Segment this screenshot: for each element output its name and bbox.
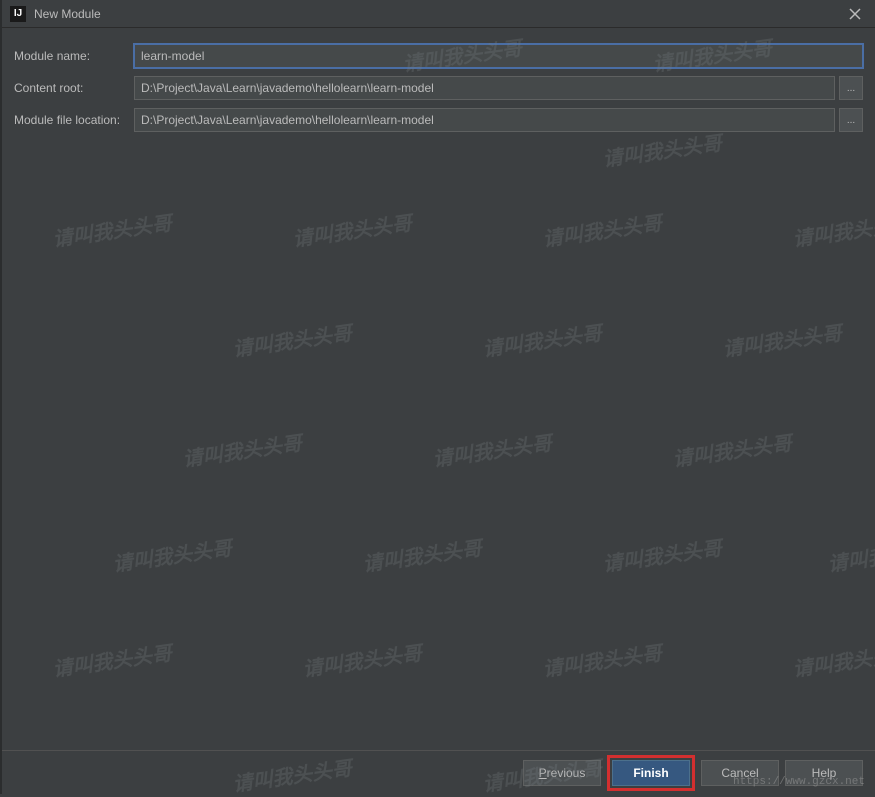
window-title: New Module: [34, 7, 843, 21]
content-root-input[interactable]: [134, 76, 835, 100]
module-name-input[interactable]: [134, 44, 863, 68]
footer-url: https://www.gzcx.net: [733, 776, 865, 788]
previous-button[interactable]: Previous: [523, 760, 601, 786]
close-button[interactable]: [843, 2, 867, 26]
content-area: Module name: Content root: ... Module fi…: [2, 28, 875, 750]
finish-button[interactable]: Finish: [612, 760, 690, 786]
module-name-label: Module name:: [14, 49, 134, 63]
close-icon: [849, 8, 861, 20]
app-icon: IJ: [10, 6, 26, 22]
module-file-location-browse-button[interactable]: ...: [839, 108, 863, 132]
module-file-location-label: Module file location:: [14, 113, 134, 127]
highlight-annotation: Finish: [607, 755, 695, 791]
content-root-label: Content root:: [14, 81, 134, 95]
titlebar: IJ New Module: [2, 0, 875, 28]
module-file-location-input[interactable]: [134, 108, 835, 132]
content-root-browse-button[interactable]: ...: [839, 76, 863, 100]
